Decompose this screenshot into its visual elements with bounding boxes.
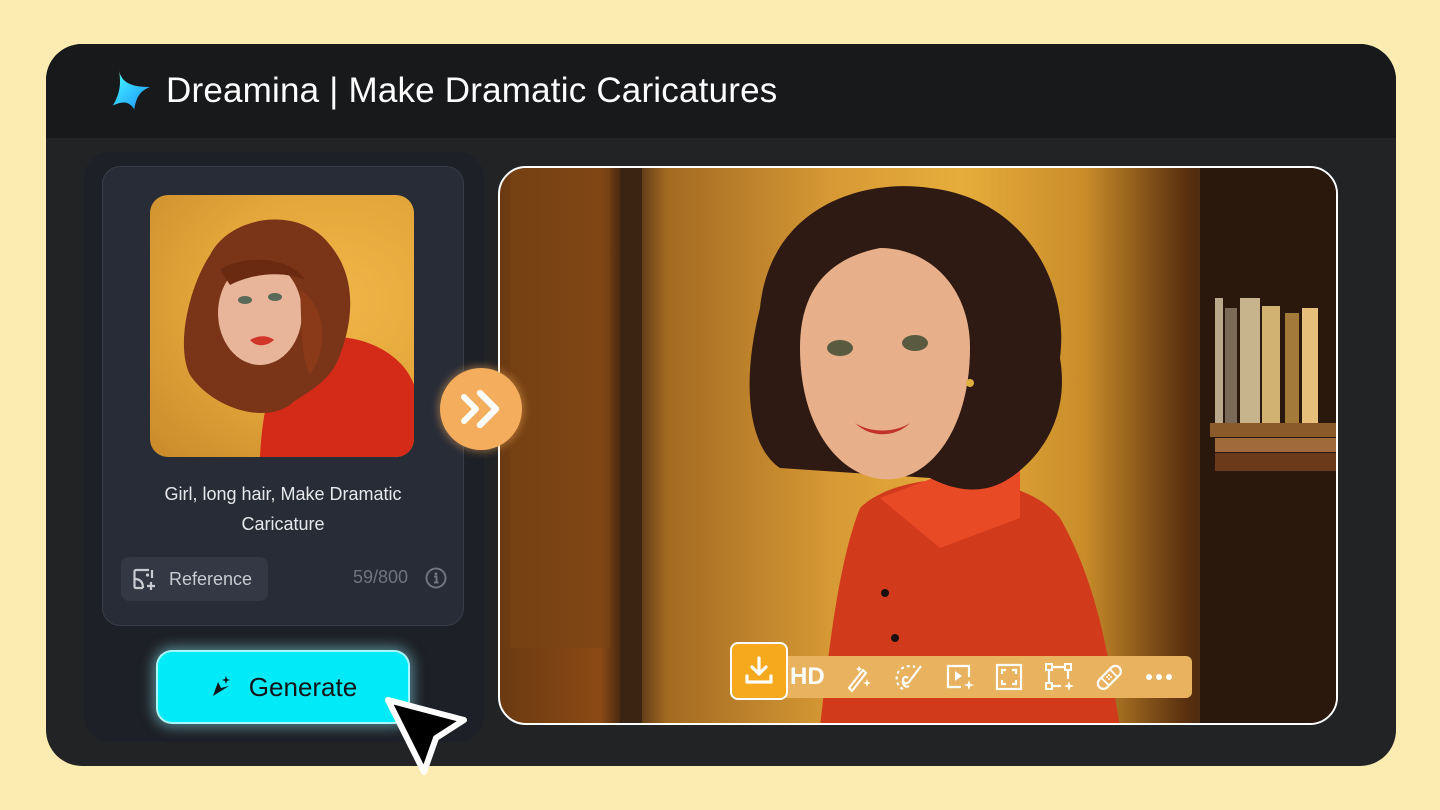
magic-wand-icon[interactable]	[843, 661, 875, 693]
expand-icon[interactable]	[993, 661, 1025, 693]
prompt-card: Girl, long hair, Make Dramatic Caricatur…	[102, 166, 464, 626]
resize-icon[interactable]	[1043, 661, 1075, 693]
generate-button[interactable]: Generate	[158, 652, 408, 722]
download-icon	[745, 656, 773, 684]
header: Dreamina | Make Dramatic Caricatures	[46, 44, 1396, 138]
image-add-icon	[133, 568, 155, 590]
image-to-video-icon[interactable]	[943, 661, 975, 693]
more-icon[interactable]	[1143, 661, 1175, 693]
caricature-painting	[510, 168, 1336, 723]
reference-portrait	[183, 219, 414, 457]
app-window: Dreamina | Make Dramatic Caricatures Gir…	[46, 44, 1396, 766]
sparkle-wand-icon	[212, 676, 230, 696]
mouse-cursor-icon	[385, 697, 467, 775]
dreamina-logo-icon	[111, 71, 150, 112]
reference-image[interactable]	[150, 195, 414, 457]
inpaint-brush-icon[interactable]	[893, 661, 925, 693]
double-chevron-right-icon	[461, 389, 500, 429]
download-button[interactable]	[730, 642, 788, 700]
remove-bandage-icon[interactable]	[1093, 661, 1125, 693]
image-toolbar: HD	[730, 656, 1192, 698]
result-image[interactable]: HD	[498, 166, 1338, 725]
hd-upscale-button[interactable]: HD	[790, 663, 825, 691]
proceed-arrow-button	[440, 368, 522, 450]
prompt-text[interactable]: Girl, long hair, Make Dramatic Caricatur…	[133, 479, 433, 539]
input-panel: Girl, long hair, Make Dramatic Caricatur…	[84, 152, 484, 742]
info-icon[interactable]	[425, 567, 447, 589]
reference-button-label: Reference	[169, 568, 253, 589]
character-counter: 59/800	[352, 567, 408, 587]
reference-button[interactable]: Reference	[121, 557, 268, 601]
generate-button-label: Generate	[248, 671, 358, 702]
page-title: Dreamina | Make Dramatic Caricatures	[166, 71, 778, 110]
